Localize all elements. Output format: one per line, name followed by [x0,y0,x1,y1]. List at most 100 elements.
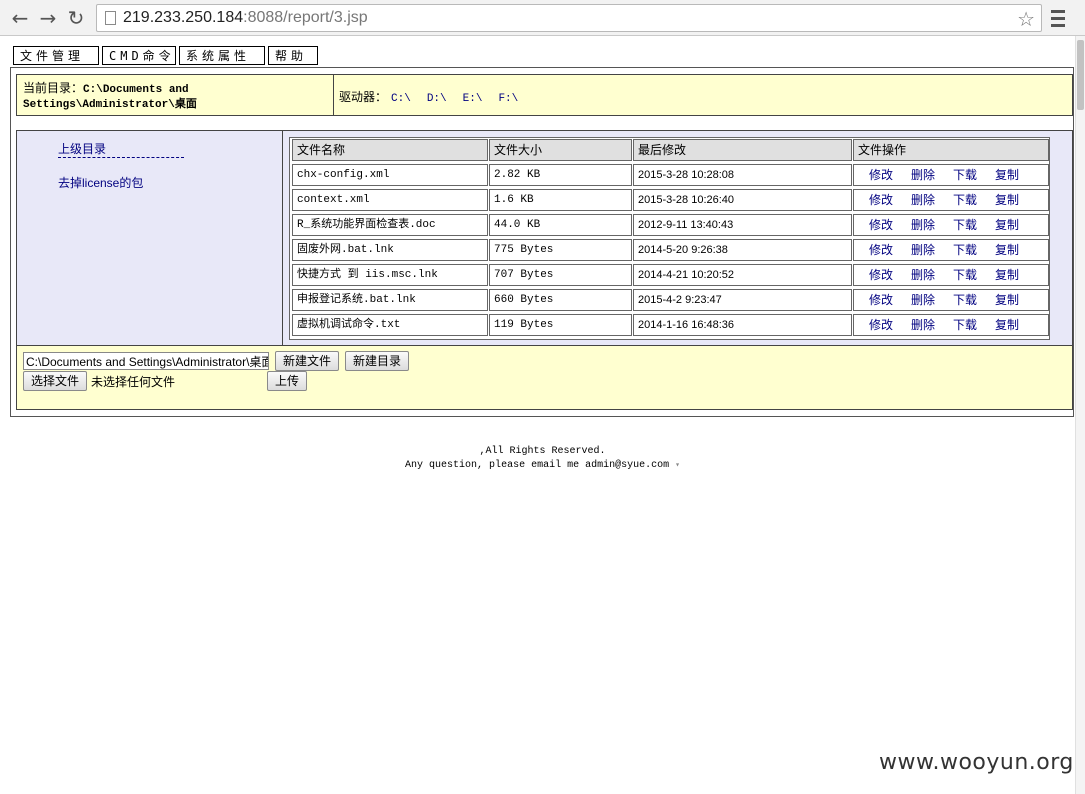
page-icon [105,11,116,25]
watermark: www.wooyun.org [879,750,1074,775]
file-name-cell: context.xml [292,189,488,211]
forward-arrow-icon[interactable]: → [36,6,60,30]
operations-cell: 修改 删除 下载 复制 [853,164,1049,186]
header-name: 文件名称 [292,139,488,161]
drive-c-link[interactable]: C:\ [391,93,411,105]
edit-link[interactable]: 修改 [869,265,893,285]
main-panel: 上级目录 去掉license的包 文件名称 文件大小 最后修改 文件操作 chx… [16,130,1073,410]
operations-cell: 修改 删除 下载 复制 [853,289,1049,311]
download-link[interactable]: 下载 [953,240,977,260]
edit-link[interactable]: 修改 [869,290,893,310]
current-directory: 当前目录：C:\Documents and Settings\Administr… [17,75,334,115]
table-row: 固废外网.bat.lnk 775 Bytes 2014-5-20 9:26:38 修改… [290,238,1049,263]
edit-link[interactable]: 修改 [869,240,893,260]
drive-d-link[interactable]: D:\ [427,93,447,105]
file-name-cell: 快捷方式 到 iis.msc.lnk [292,264,488,286]
delete-link[interactable]: 删除 [911,165,935,185]
browser-menu-icon[interactable] [1048,6,1068,30]
info-bar: 当前目录：C:\Documents and Settings\Administr… [16,74,1073,116]
edit-link[interactable]: 修改 [869,190,893,210]
copy-link[interactable]: 复制 [995,315,1019,335]
footer-rights: ,All Rights Reserved. [479,446,606,457]
table-row: R_系统功能界面检查表.doc 44.0 KB 2012-9-11 13:40:43… [290,213,1049,238]
new-directory-button[interactable]: 新建目录 [345,351,409,371]
download-link[interactable]: 下载 [953,215,977,235]
modified-date-cell: 2015-4-2 9:23:47 [633,289,852,311]
file-size-cell: 44.0 KB [489,214,632,236]
vertical-scrollbar[interactable] [1075,36,1085,794]
parent-directory-link[interactable]: 上级目录 [58,140,106,157]
operations-cell: 修改 删除 下载 复制 [853,214,1049,236]
footer-contact: Any question, please email me admin@syue… [405,460,680,471]
path-input[interactable]: C:\Documents and Settings\Administrator\… [23,352,269,370]
edit-link[interactable]: 修改 [869,215,893,235]
delete-link[interactable]: 删除 [911,240,935,260]
modified-date-cell: 2015-3-28 10:26:40 [633,189,852,211]
new-file-button[interactable]: 新建文件 [275,351,339,371]
tab-file-manager[interactable]: 文件管理 [13,46,99,65]
file-size-cell: 119 Bytes [489,314,632,336]
sidebar-divider [58,157,184,158]
sidebar: 上级目录 去掉license的包 [17,131,283,345]
tab-help[interactable]: 帮助 [268,46,318,65]
file-size-cell: 660 Bytes [489,289,632,311]
browser-toolbar: ← → ↻ 219.233.250.184:8088/report/3.jsp … [0,0,1085,36]
copy-link[interactable]: 复制 [995,215,1019,235]
drive-e-link[interactable]: E:\ [463,93,483,105]
reload-icon[interactable]: ↻ [64,6,88,30]
file-size-cell: 707 Bytes [489,264,632,286]
header-operations: 文件操作 [853,139,1049,161]
tab-cmd[interactable]: CMD命令 [102,46,176,65]
delete-link[interactable]: 删除 [911,265,935,285]
choose-file-button[interactable]: 选择文件 [23,371,87,391]
download-link[interactable]: 下载 [953,165,977,185]
download-link[interactable]: 下载 [953,190,977,210]
file-name-cell: chx-config.xml [292,164,488,186]
table-row: 虚拟机调试命令.txt 119 Bytes 2014-1-16 16:48:36 修改… [290,313,1049,338]
tab-system-properties[interactable]: 系统属性 [179,46,265,65]
delete-link[interactable]: 删除 [911,190,935,210]
header-size: 文件大小 [489,139,632,161]
file-name-cell: 固废外网.bat.lnk [292,239,488,261]
edit-link[interactable]: 修改 [869,165,893,185]
copy-link[interactable]: 复制 [995,265,1019,285]
operations-cell: 修改 删除 下载 复制 [853,189,1049,211]
drive-f-link[interactable]: F:\ [498,93,518,105]
download-link[interactable]: 下载 [953,265,977,285]
bookmark-star-icon[interactable]: ☆ [1017,7,1035,31]
delete-link[interactable]: 删除 [911,290,935,310]
file-name-cell: R_系统功能界面检查表.doc [292,214,488,236]
download-link[interactable]: 下载 [953,290,977,310]
address-bar[interactable]: 219.233.250.184:8088/report/3.jsp ☆ [96,4,1042,32]
modified-date-cell: 2014-4-21 10:20:52 [633,264,852,286]
no-file-chosen-text: 未选择任何文件 [91,375,176,389]
action-bar: C:\Documents and Settings\Administrator\… [17,345,1072,409]
cursor-icon: ▾ [675,461,680,470]
copy-link[interactable]: 复制 [995,290,1019,310]
delete-link[interactable]: 删除 [911,315,935,335]
file-name-cell: 虚拟机调试命令.txt [292,314,488,336]
modified-date-cell: 2014-1-16 16:48:36 [633,314,852,336]
copy-link[interactable]: 复制 [995,190,1019,210]
edit-link[interactable]: 修改 [869,315,893,335]
copy-link[interactable]: 复制 [995,240,1019,260]
operations-cell: 修改 删除 下载 复制 [853,264,1049,286]
modified-date-cell: 2012-9-11 13:40:43 [633,214,852,236]
upload-button[interactable]: 上传 [267,371,307,391]
file-name-cell: 申报登记系统.bat.lnk [292,289,488,311]
operations-cell: 修改 删除 下载 复制 [853,239,1049,261]
drive-list: 驱动器： C:\ D:\ E:\ F:\ [339,88,530,105]
table-header: 文件名称 文件大小 最后修改 文件操作 [290,138,1049,163]
table-row: context.xml 1.6 KB 2015-3-28 10:26:40 修改 删除下… [290,188,1049,213]
remove-license-link[interactable]: 去掉license的包 [58,174,143,191]
download-link[interactable]: 下载 [953,315,977,335]
url-text[interactable]: 219.233.250.184:8088/report/3.jsp [123,9,368,27]
back-arrow-icon[interactable]: ← [8,6,32,30]
file-size-cell: 2.82 KB [489,164,632,186]
modified-date-cell: 2014-5-20 9:26:38 [633,239,852,261]
delete-link[interactable]: 删除 [911,215,935,235]
drives-label: 驱动器： [339,90,388,104]
copy-link[interactable]: 复制 [995,165,1019,185]
table-row: 快捷方式 到 iis.msc.lnk 707 Bytes 2014-4-21 10:… [290,263,1049,288]
file-size-cell: 1.6 KB [489,189,632,211]
